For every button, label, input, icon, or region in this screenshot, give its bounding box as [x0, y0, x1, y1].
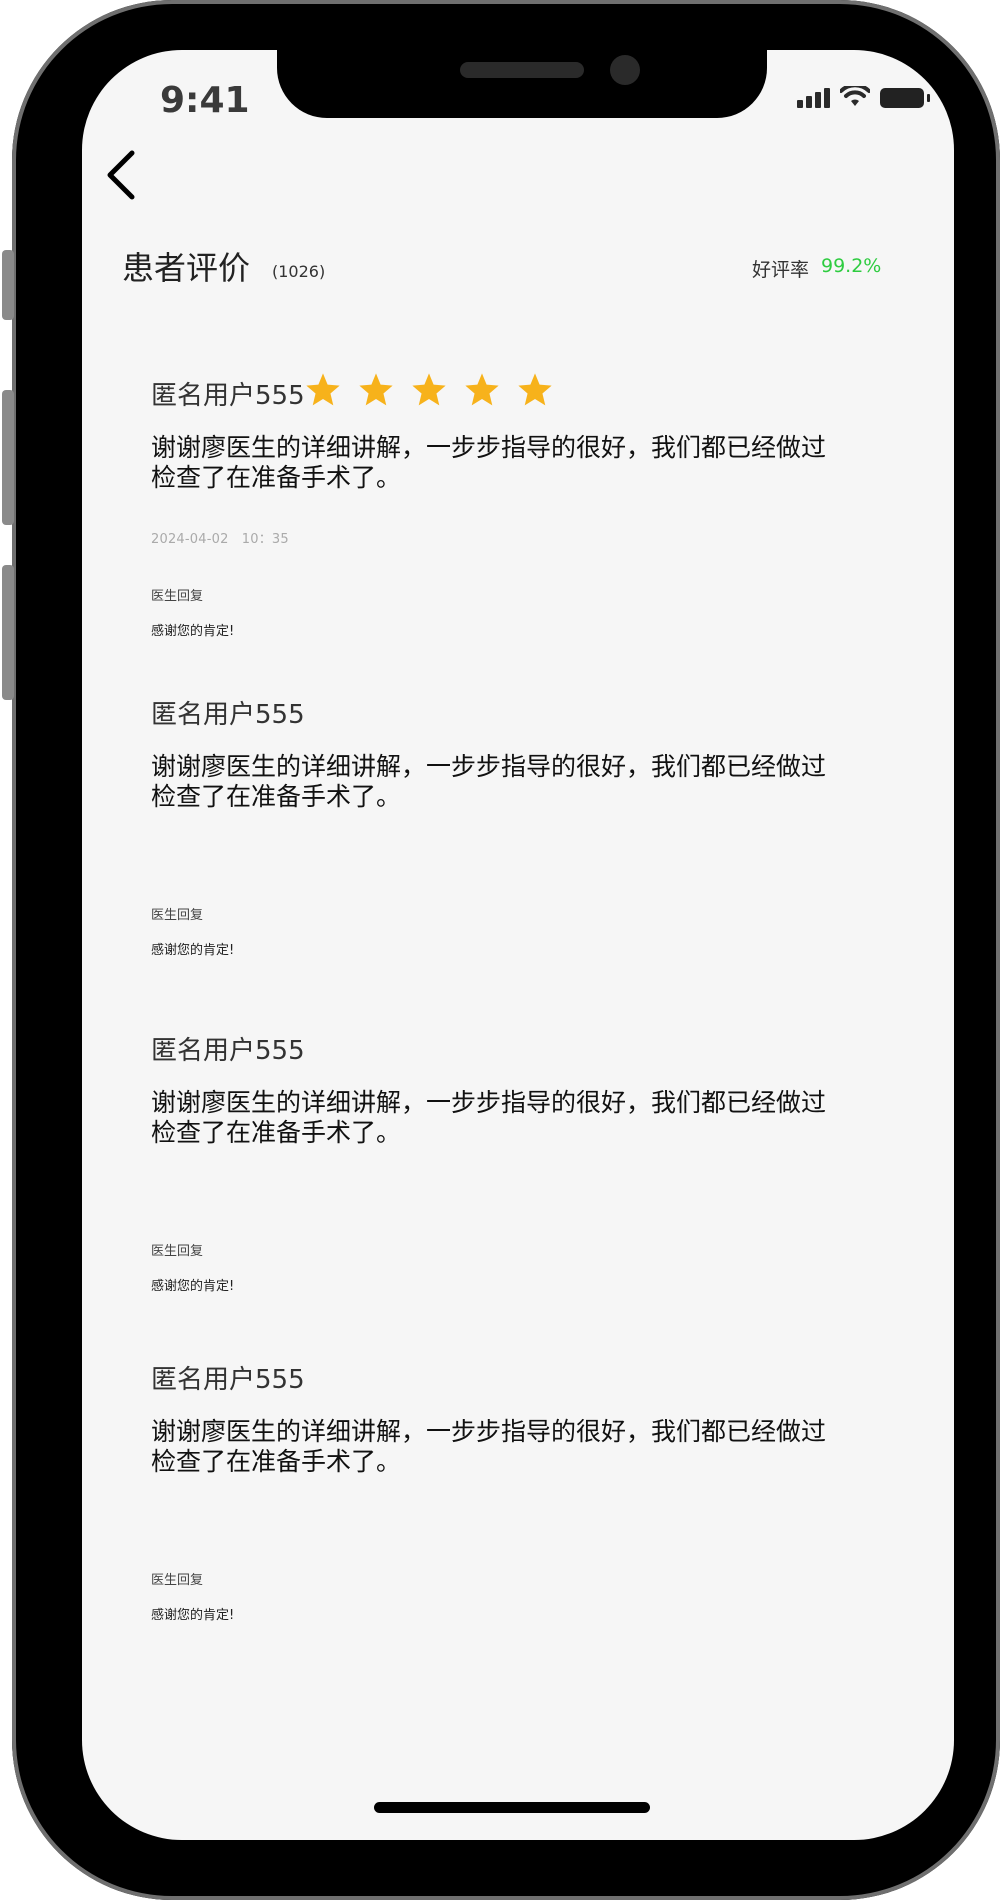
- doctor-reply-text: 感谢您的肯定!: [151, 943, 235, 958]
- phone-volume-down: [2, 565, 14, 700]
- doctor-reply-label: 医生回复: [151, 908, 204, 923]
- review-text: 谢谢廖医生的详细讲解，一步步指导的很好，我们都已经做过检查了在准备手术了。: [151, 1088, 827, 1147]
- star-icon: [412, 373, 446, 406]
- doctor-reply-label: 医生回复: [151, 1573, 204, 1588]
- chevron-left-icon: [107, 150, 135, 200]
- phone-volume-up: [2, 390, 14, 525]
- doctor-reply-text: 感谢您的肯定!: [151, 624, 235, 639]
- review-datetime: 2024-04-02 10：35: [151, 532, 289, 547]
- reviewer-name: 匿名用户555: [151, 1365, 305, 1395]
- battery-icon: [880, 88, 930, 108]
- page-title: 患者评价: [122, 249, 251, 287]
- status-icons: [797, 86, 930, 108]
- star-icon: [359, 373, 393, 406]
- review-text: 谢谢廖医生的详细讲解，一步步指导的很好，我们都已经做过检查了在准备手术了。: [151, 433, 827, 492]
- wifi-icon: [840, 86, 870, 106]
- star-icon: [306, 373, 340, 406]
- review-text: 谢谢廖医生的详细讲解，一步步指导的很好，我们都已经做过检查了在准备手术了。: [151, 1417, 827, 1476]
- phone-frame: 9:41 患者评价 (1026) 好评率 99.2% 匿名用户555 谢谢廖医生…: [2, 0, 1000, 1900]
- speaker: [460, 62, 584, 78]
- star-icon: [465, 373, 499, 406]
- reviewer-name: 匿名用户555: [151, 1036, 305, 1066]
- star-rating: [304, 371, 554, 409]
- doctor-reply-text: 感谢您的肯定!: [151, 1608, 235, 1623]
- rating-value: 99.2%: [821, 255, 882, 277]
- signal-icon: [797, 88, 830, 108]
- review-count: (1026): [272, 262, 326, 281]
- phone-silent-switch: [2, 250, 14, 320]
- rating-label: 好评率: [752, 259, 810, 281]
- reviewer-name: 匿名用户555: [151, 700, 305, 730]
- star-icon: [518, 373, 552, 406]
- app-screen: 9:41 患者评价 (1026) 好评率 99.2% 匿名用户555 谢谢廖医生…: [82, 50, 954, 1840]
- doctor-reply-label: 医生回复: [151, 1244, 204, 1259]
- home-indicator[interactable]: [374, 1802, 650, 1813]
- back-button[interactable]: [100, 145, 150, 205]
- doctor-reply-label: 医生回复: [151, 589, 204, 604]
- review-text: 谢谢廖医生的详细讲解，一步步指导的很好，我们都已经做过检查了在准备手术了。: [151, 752, 827, 811]
- status-time: 9:41: [160, 80, 250, 121]
- notch: [277, 50, 767, 118]
- doctor-reply-text: 感谢您的肯定!: [151, 1279, 235, 1294]
- reviewer-name: 匿名用户555: [151, 381, 305, 411]
- front-camera: [610, 55, 640, 85]
